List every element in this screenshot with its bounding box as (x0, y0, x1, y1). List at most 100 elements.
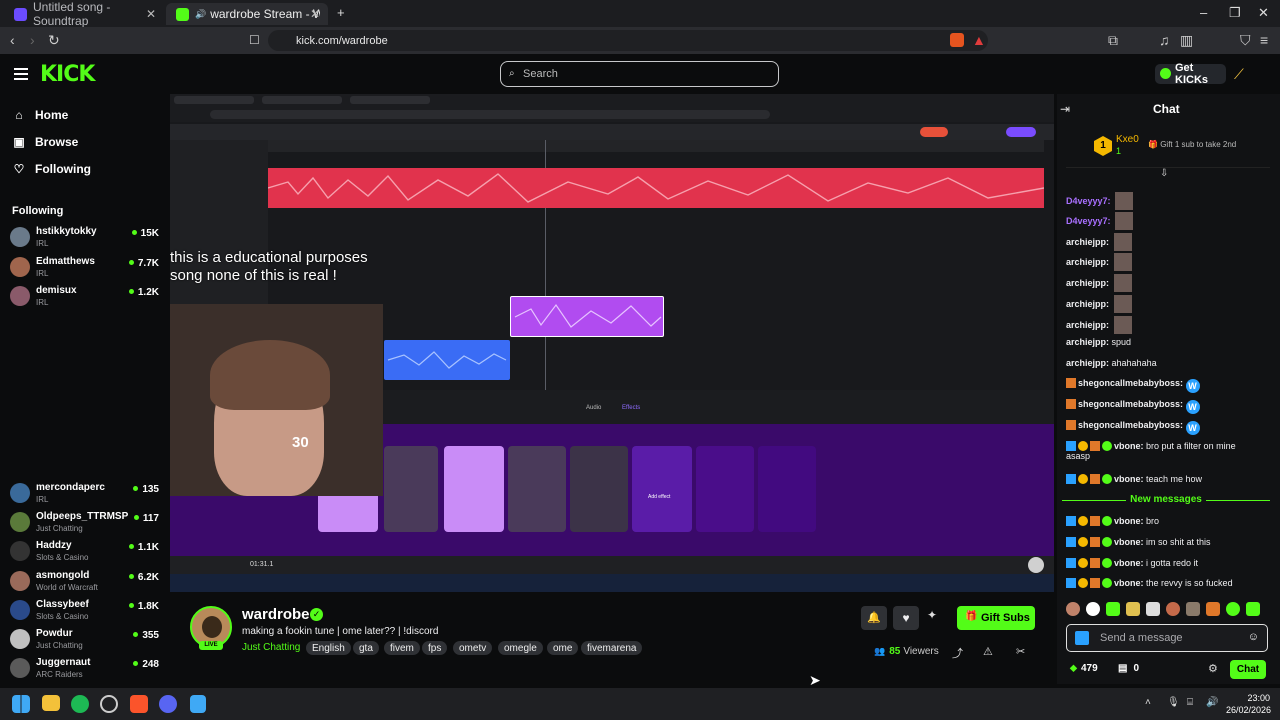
stream-tag[interactable]: fps (422, 641, 448, 655)
chat-username[interactable]: archiejpp: (1066, 299, 1109, 309)
emote-icon[interactable] (1166, 602, 1180, 616)
video-player[interactable]: Audio Effects Add effect 01:31.1 30 this… (170, 94, 1054, 592)
stream-tag[interactable]: ometv (453, 641, 493, 655)
kick-logo[interactable]: KICK (40, 62, 95, 87)
report-icon[interactable]: ⚠ (983, 645, 993, 658)
emote-icon[interactable] (1126, 602, 1140, 616)
notification-bell-icon[interactable]: 🔔 (861, 606, 887, 630)
chat-username[interactable]: vbone: (1114, 537, 1144, 547)
stream-tag[interactable]: English (306, 641, 351, 655)
menu-icon[interactable]: ≡ (1260, 33, 1268, 47)
sparkle-icon[interactable]: ✦ (927, 608, 937, 622)
extensions-icon[interactable]: ⧉ (1108, 33, 1118, 47)
emote-icon[interactable] (1206, 602, 1220, 616)
emote-icon[interactable] (1106, 602, 1120, 616)
bookmark-icon[interactable]: ☐ (249, 33, 260, 47)
followed-channel[interactable]: demisux IRL 1.2K (10, 283, 162, 311)
shield-icon[interactable]: ⛉ (1240, 33, 1251, 47)
emote-icon[interactable] (1066, 602, 1080, 616)
chat-username[interactable]: vbone: (1114, 474, 1144, 484)
player-toggle-icon[interactable] (1028, 557, 1044, 573)
stream-tag[interactable]: fivem (384, 641, 420, 655)
chat-username[interactable]: vbone: (1114, 441, 1144, 451)
followed-channel[interactable]: mercondaperc IRL 135 (10, 480, 162, 508)
followed-channel[interactable]: hstikkytokky IRL 15K (10, 224, 162, 252)
microphone-icon[interactable]: 🎙 (1167, 697, 1180, 708)
close-icon[interactable]: ✕ (310, 7, 320, 21)
volume-icon[interactable]: 🔊 (1206, 697, 1218, 708)
emoji-picker-icon[interactable]: ☺ (1248, 631, 1259, 643)
nav-browse[interactable]: ▣ Browse (12, 135, 78, 149)
reload-icon[interactable]: ↻ (48, 33, 60, 47)
chat-username[interactable]: shegoncallmebabyboss: (1078, 399, 1183, 409)
window-close-icon[interactable]: ✕ (1258, 5, 1269, 21)
forward-icon[interactable]: › (30, 33, 35, 47)
tray-chevron-icon[interactable]: ˄ (1145, 697, 1151, 708)
network-icon[interactable]: ⌸ (1187, 697, 1193, 708)
new-tab-icon[interactable]: + (337, 5, 345, 20)
emote-icon[interactable] (1246, 602, 1260, 616)
chat-message-input[interactable]: Send a message ☺ (1066, 624, 1268, 652)
file-explorer-icon[interactable] (42, 695, 60, 711)
steam-icon[interactable] (100, 695, 118, 713)
system-clock[interactable]: 23:00 26/02/2026 (1226, 692, 1271, 716)
minimize-icon[interactable]: – (1200, 5, 1207, 20)
brave-browser-icon[interactable] (130, 695, 148, 713)
gift-subs-button[interactable]: 🎁 Gift Subs (957, 606, 1035, 630)
share-icon[interactable]: ⤴ (952, 645, 963, 661)
music-icon[interactable]: ♫ (1159, 33, 1170, 47)
maximize-icon[interactable]: ❐ (1229, 5, 1241, 21)
chat-username[interactable]: D4veyyy7: (1066, 216, 1111, 226)
chat-username[interactable]: vbone: (1114, 578, 1144, 588)
chat-identity-icon[interactable] (1075, 631, 1089, 645)
followed-channel[interactable]: Oldpeeps_TTRMSP Just Chatting 117 (10, 509, 162, 537)
tab-soundtrap[interactable]: Untitled song - Soundtrap ✕ (4, 0, 164, 28)
clip-icon[interactable]: ✂ (1016, 645, 1025, 658)
shop-count[interactable]: ▤ 0 (1118, 663, 1139, 674)
hamburger-menu-icon[interactable] (14, 68, 28, 80)
brave-rewards-icon[interactable]: ▲ (972, 33, 986, 47)
followed-channel[interactable]: Haddzy Slots & Casino 1.1K (10, 538, 162, 566)
followed-channel[interactable]: Edmatthews IRL 7.7K (10, 254, 162, 282)
chat-username[interactable]: vbone: (1114, 516, 1144, 526)
chat-username[interactable]: vbone: (1114, 558, 1144, 568)
sidebar-toggle-icon[interactable]: ▥ (1180, 33, 1193, 47)
emote-icon[interactable] (1086, 602, 1100, 616)
followed-channel[interactable]: asmongold World of Warcraft 6.2K (10, 568, 162, 596)
windows-start-icon[interactable] (12, 695, 30, 713)
chat-username[interactable]: archiejpp: (1066, 237, 1109, 247)
pinned-filter-icon[interactable]: ⇩ (1160, 168, 1168, 179)
close-icon[interactable]: ✕ (146, 7, 156, 21)
settings-gear-icon[interactable]: ⚙ (1208, 662, 1218, 675)
channel-points[interactable]: ⬥ 479 (1070, 663, 1098, 674)
notepad-icon[interactable] (190, 695, 206, 713)
address-bar[interactable]: kick.com/wardrobe (268, 30, 988, 51)
chat-username[interactable]: shegoncallmebabyboss: (1078, 378, 1183, 388)
collapse-chat-icon[interactable]: ⇥ (1060, 102, 1070, 116)
back-icon[interactable]: ‹ (10, 33, 15, 47)
brave-shield-icon[interactable] (950, 33, 964, 47)
chat-username[interactable]: archiejpp: (1066, 257, 1109, 267)
chat-username[interactable]: shegoncallmebabyboss: (1078, 420, 1183, 430)
spotify-icon[interactable] (71, 695, 89, 713)
chat-username[interactable]: archiejpp: (1066, 278, 1109, 288)
streamer-name[interactable]: wardrobe (242, 606, 310, 623)
get-kicks-button[interactable]: Get KICKs (1155, 62, 1226, 86)
chat-username[interactable]: archiejpp: (1066, 320, 1109, 330)
emote-icon[interactable] (1186, 602, 1200, 616)
discord-icon[interactable] (159, 695, 177, 713)
stream-tag[interactable]: ome (547, 641, 579, 655)
followed-channel[interactable]: Juggernaut ARC Raiders 248 (10, 655, 162, 683)
wand-icon[interactable]: ⟋ (1234, 66, 1244, 83)
chat-username[interactable]: D4veyyy7: (1066, 196, 1111, 206)
chat-username[interactable]: archiejpp: (1066, 358, 1109, 368)
search-input[interactable]: ⌕ Search (500, 61, 779, 87)
stream-tag[interactable]: omegle (498, 641, 543, 655)
follow-heart-icon[interactable]: ♥ (893, 606, 919, 630)
followed-channel[interactable]: Powdur Just Chatting 355 (10, 626, 162, 654)
chat-username[interactable]: archiejpp: (1066, 337, 1109, 347)
stream-tag[interactable]: fivemarena (581, 641, 643, 655)
emote-icon[interactable] (1226, 602, 1240, 616)
emote-icon[interactable] (1146, 602, 1160, 616)
category-link[interactable]: Just Chatting (242, 642, 300, 653)
